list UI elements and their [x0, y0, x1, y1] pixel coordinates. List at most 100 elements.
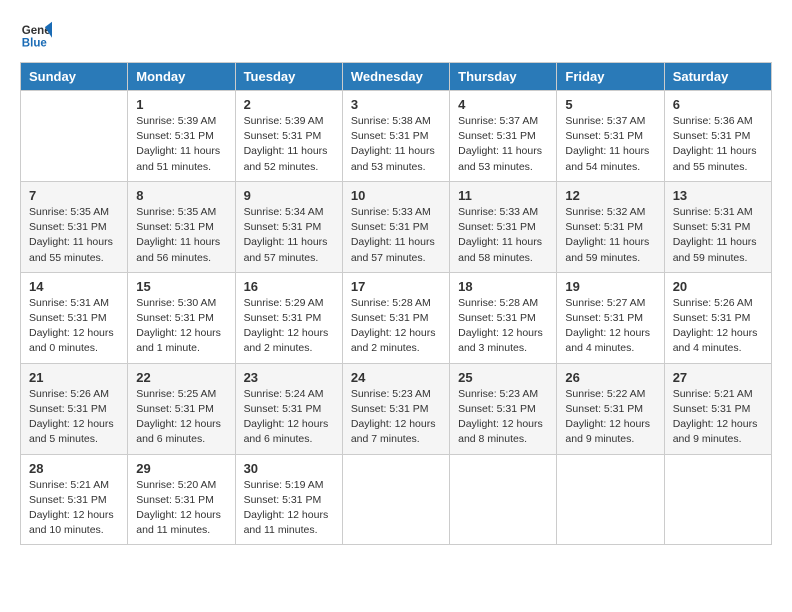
day-header-sunday: Sunday [21, 63, 128, 91]
day-number: 5 [565, 97, 655, 112]
day-number: 22 [136, 370, 226, 385]
day-number: 29 [136, 461, 226, 476]
calendar-cell: 19 Sunrise: 5:27 AM Sunset: 5:31 PM Dayli… [557, 272, 664, 363]
calendar-cell: 25 Sunrise: 5:23 AM Sunset: 5:31 PM Dayli… [450, 363, 557, 454]
day-number: 12 [565, 188, 655, 203]
day-info: Sunrise: 5:36 AM Sunset: 5:31 PM Dayligh… [673, 114, 763, 175]
day-info: Sunrise: 5:21 AM Sunset: 5:31 PM Dayligh… [673, 387, 763, 448]
day-number: 21 [29, 370, 119, 385]
day-number: 30 [244, 461, 334, 476]
day-info: Sunrise: 5:33 AM Sunset: 5:31 PM Dayligh… [458, 205, 548, 266]
day-info: Sunrise: 5:28 AM Sunset: 5:31 PM Dayligh… [458, 296, 548, 357]
calendar-cell [342, 454, 449, 545]
day-info: Sunrise: 5:34 AM Sunset: 5:31 PM Dayligh… [244, 205, 334, 266]
calendar-cell [557, 454, 664, 545]
day-info: Sunrise: 5:28 AM Sunset: 5:31 PM Dayligh… [351, 296, 441, 357]
day-header-saturday: Saturday [664, 63, 771, 91]
day-info: Sunrise: 5:22 AM Sunset: 5:31 PM Dayligh… [565, 387, 655, 448]
day-info: Sunrise: 5:26 AM Sunset: 5:31 PM Dayligh… [29, 387, 119, 448]
day-number: 23 [244, 370, 334, 385]
day-info: Sunrise: 5:30 AM Sunset: 5:31 PM Dayligh… [136, 296, 226, 357]
calendar-cell: 27 Sunrise: 5:21 AM Sunset: 5:31 PM Dayli… [664, 363, 771, 454]
day-number: 9 [244, 188, 334, 203]
calendar-cell: 10 Sunrise: 5:33 AM Sunset: 5:31 PM Dayli… [342, 181, 449, 272]
calendar-cell: 16 Sunrise: 5:29 AM Sunset: 5:31 PM Dayli… [235, 272, 342, 363]
day-info: Sunrise: 5:29 AM Sunset: 5:31 PM Dayligh… [244, 296, 334, 357]
calendar-week-3: 14 Sunrise: 5:31 AM Sunset: 5:31 PM Dayli… [21, 272, 772, 363]
calendar-cell: 13Sunrise: 5:31 AM Sunset: 5:31 PM Dayli… [664, 181, 771, 272]
day-info: Sunrise: 5:31 AM Sunset: 5:31 PM Dayligh… [29, 296, 119, 357]
day-info: Sunrise: 5:26 AM Sunset: 5:31 PM Dayligh… [673, 296, 763, 357]
logo-icon: General Blue [20, 20, 52, 52]
day-info: Sunrise: 5:19 AM Sunset: 5:31 PM Dayligh… [244, 478, 334, 539]
calendar-cell: 22 Sunrise: 5:25 AM Sunset: 5:31 PM Dayli… [128, 363, 235, 454]
day-info: Sunrise: 5:39 AM Sunset: 5:31 PM Dayligh… [244, 114, 334, 175]
day-number: 10 [351, 188, 441, 203]
day-number: 16 [244, 279, 334, 294]
day-info: Sunrise: 5:37 AM Sunset: 5:31 PM Dayligh… [458, 114, 548, 175]
calendar-cell: 5 Sunrise: 5:37 AM Sunset: 5:31 PM Daylig… [557, 91, 664, 182]
calendar-cell: 21 Sunrise: 5:26 AM Sunset: 5:31 PM Dayli… [21, 363, 128, 454]
day-info: Sunrise: 5:25 AM Sunset: 5:31 PM Dayligh… [136, 387, 226, 448]
calendar-cell: 15 Sunrise: 5:30 AM Sunset: 5:31 PM Dayli… [128, 272, 235, 363]
day-info: Sunrise: 5:39 AM Sunset: 5:31 PM Dayligh… [136, 114, 226, 175]
day-info: Sunrise: 5:35 AM Sunset: 5:31 PM Dayligh… [29, 205, 119, 266]
day-number: 7 [29, 188, 119, 203]
day-info: Sunrise: 5:32 AM Sunset: 5:31 PM Dayligh… [565, 205, 655, 266]
day-number: 28 [29, 461, 119, 476]
calendar-cell: 24Sunrise: 5:23 AM Sunset: 5:31 PM Dayli… [342, 363, 449, 454]
calendar-week-5: 28 Sunrise: 5:21 AM Sunset: 5:31 PM Dayli… [21, 454, 772, 545]
day-number: 26 [565, 370, 655, 385]
day-number: 25 [458, 370, 548, 385]
calendar-cell: 8 Sunrise: 5:35 AM Sunset: 5:31 PM Daylig… [128, 181, 235, 272]
day-number: 14 [29, 279, 119, 294]
day-info: Sunrise: 5:35 AM Sunset: 5:31 PM Dayligh… [136, 205, 226, 266]
calendar-week-1: 1Sunrise: 5:39 AM Sunset: 5:31 PM Daylig… [21, 91, 772, 182]
calendar-cell: 20 Sunrise: 5:26 AM Sunset: 5:31 PM Dayli… [664, 272, 771, 363]
day-info: Sunrise: 5:37 AM Sunset: 5:31 PM Dayligh… [565, 114, 655, 175]
day-number: 6 [673, 97, 763, 112]
day-number: 8 [136, 188, 226, 203]
calendar-week-4: 21 Sunrise: 5:26 AM Sunset: 5:31 PM Dayli… [21, 363, 772, 454]
day-info: Sunrise: 5:23 AM Sunset: 5:31 PM Dayligh… [458, 387, 548, 448]
calendar-header-row: SundayMondayTuesdayWednesdayThursdayFrid… [21, 63, 772, 91]
day-info: Sunrise: 5:21 AM Sunset: 5:31 PM Dayligh… [29, 478, 119, 539]
calendar-week-2: 7 Sunrise: 5:35 AM Sunset: 5:31 PM Daylig… [21, 181, 772, 272]
calendar-cell: 18 Sunrise: 5:28 AM Sunset: 5:31 PM Dayli… [450, 272, 557, 363]
calendar-cell: 11 Sunrise: 5:33 AM Sunset: 5:31 PM Dayli… [450, 181, 557, 272]
day-number: 27 [673, 370, 763, 385]
day-number: 17 [351, 279, 441, 294]
calendar-cell: 1Sunrise: 5:39 AM Sunset: 5:31 PM Daylig… [128, 91, 235, 182]
calendar-table: SundayMondayTuesdayWednesdayThursdayFrid… [20, 62, 772, 545]
day-number: 15 [136, 279, 226, 294]
calendar-cell: 2 Sunrise: 5:39 AM Sunset: 5:31 PM Daylig… [235, 91, 342, 182]
day-number: 2 [244, 97, 334, 112]
calendar-cell: 3 Sunrise: 5:38 AM Sunset: 5:31 PM Daylig… [342, 91, 449, 182]
day-info: Sunrise: 5:20 AM Sunset: 5:31 PM Dayligh… [136, 478, 226, 539]
svg-text:Blue: Blue [22, 38, 48, 50]
day-info: Sunrise: 5:33 AM Sunset: 5:31 PM Dayligh… [351, 205, 441, 266]
calendar-body: 1Sunrise: 5:39 AM Sunset: 5:31 PM Daylig… [21, 91, 772, 545]
day-number: 11 [458, 188, 548, 203]
day-info: Sunrise: 5:27 AM Sunset: 5:31 PM Dayligh… [565, 296, 655, 357]
day-number: 20 [673, 279, 763, 294]
calendar-cell: 17 Sunrise: 5:28 AM Sunset: 5:31 PM Dayli… [342, 272, 449, 363]
day-number: 4 [458, 97, 548, 112]
day-number: 3 [351, 97, 441, 112]
day-header-monday: Monday [128, 63, 235, 91]
calendar-cell [664, 454, 771, 545]
calendar-cell: 28 Sunrise: 5:21 AM Sunset: 5:31 PM Dayli… [21, 454, 128, 545]
calendar-cell: 4 Sunrise: 5:37 AM Sunset: 5:31 PM Daylig… [450, 91, 557, 182]
day-header-wednesday: Wednesday [342, 63, 449, 91]
logo: General Blue [20, 20, 52, 52]
day-info: Sunrise: 5:31 AM Sunset: 5:31 PM Dayligh… [673, 205, 763, 266]
day-number: 18 [458, 279, 548, 294]
day-number: 19 [565, 279, 655, 294]
calendar-cell [21, 91, 128, 182]
day-number: 24 [351, 370, 441, 385]
calendar-cell: 6 Sunrise: 5:36 AM Sunset: 5:31 PM Daylig… [664, 91, 771, 182]
day-info: Sunrise: 5:38 AM Sunset: 5:31 PM Dayligh… [351, 114, 441, 175]
calendar-cell: 30 Sunrise: 5:19 AM Sunset: 5:31 PM Dayli… [235, 454, 342, 545]
calendar-cell: 12 Sunrise: 5:32 AM Sunset: 5:31 PM Dayli… [557, 181, 664, 272]
calendar-cell: 14 Sunrise: 5:31 AM Sunset: 5:31 PM Dayli… [21, 272, 128, 363]
